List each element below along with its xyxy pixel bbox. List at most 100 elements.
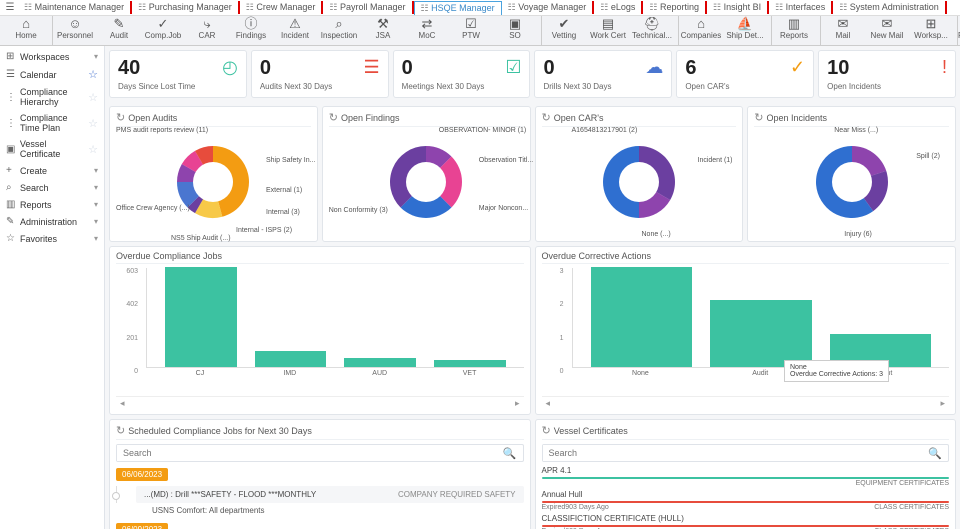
tab-system-administration[interactable]: ☷ System Administration — [833, 1, 947, 14]
toolbar: ⌂Home☺Personnel✎Audit✓Comp.Job⤷CARⓘFindi… — [0, 16, 960, 46]
donut-slice-label: OBSERVATION- MINOR (1) — [439, 127, 527, 134]
kpi-card[interactable]: 40Days Since Lost Time◴ — [109, 50, 247, 98]
chevron-down-icon: ▾ — [94, 217, 98, 226]
sidebar-icon: ⋮ — [6, 92, 16, 103]
tab-maintenance-manager[interactable]: ☷ Maintenance Manager — [18, 1, 132, 14]
bar[interactable] — [591, 267, 693, 367]
sidebar-item-compliance-hierarchy[interactable]: ⋮Compliance Hierarchy☆ — [0, 84, 104, 110]
donut-slice-label: A1654813217901 (2) — [572, 127, 638, 134]
kpi-icon: ☁ — [645, 57, 663, 78]
bar[interactable] — [434, 360, 506, 367]
bar[interactable] — [710, 300, 812, 367]
new-mail-button[interactable]: ✉New Mail — [865, 16, 909, 46]
mail-button[interactable]: ✉Mail — [821, 16, 865, 46]
donut-slice-label: NS5 Ship Audit (...) — [171, 235, 231, 242]
reload-icon[interactable]: ↻ — [116, 111, 125, 124]
favorite-star-icon[interactable]: ☆ — [88, 68, 98, 81]
certificate-item[interactable]: CLASSIFICTION CERTIFICATE (HULL)Expired6… — [542, 514, 950, 529]
search-icon[interactable]: 🔍 — [922, 447, 948, 460]
toolbar-icon: ▥ — [772, 17, 816, 31]
vetting-button[interactable]: ✔Vetting — [542, 16, 586, 46]
favorite-star-icon[interactable]: ☆ — [88, 91, 98, 104]
sidebar-item-vessel-certificate[interactable]: ▣Vessel Certificate☆ — [0, 136, 104, 162]
reload-icon[interactable]: ↻ — [116, 424, 125, 437]
hamburger-icon[interactable]: ☰ — [2, 2, 18, 13]
donut-card: ↻Open CAR'sA1654813217901 (2)Incident (1… — [535, 106, 744, 242]
tab-crew-manager[interactable]: ☷ Crew Manager — [240, 1, 324, 14]
tab-interfaces[interactable]: ☷ Interfaces — [769, 1, 833, 14]
sidebar: ⊞Workspaces▾☰Calendar☆⋮Compliance Hierar… — [0, 46, 105, 529]
work-cert-button[interactable]: ▤Work Cert — [586, 16, 630, 46]
donut-slice-label: Near Miss (...) — [834, 127, 878, 134]
inspection-button[interactable]: ⌕Inspection — [317, 16, 361, 46]
kpi-card[interactable]: 6Open CAR's✓ — [676, 50, 814, 98]
jsa-button[interactable]: ⚒JSA — [361, 16, 405, 46]
tab-purchasing-manager[interactable]: ☷ Purchasing Manager — [132, 1, 240, 14]
favorite-star-icon[interactable]: ☆ — [88, 143, 98, 156]
search-input[interactable] — [117, 445, 497, 461]
tab-payroll-manager[interactable]: ☷ Payroll Manager — [323, 1, 413, 14]
bar[interactable] — [344, 358, 416, 367]
reload-icon[interactable]: ↻ — [542, 111, 551, 124]
reload-icon[interactable]: ↻ — [754, 111, 763, 124]
bar[interactable] — [255, 351, 327, 367]
bar[interactable] — [165, 267, 237, 367]
findings-button[interactable]: ⓘFindings — [229, 16, 273, 46]
overdue-corrective-panel: Overdue Corrective Actions 0123NoneAudit… — [535, 246, 957, 415]
search-icon[interactable]: 🔍 — [497, 447, 523, 460]
ptw-button[interactable]: ☑PTW — [449, 16, 493, 46]
toolbar-icon: ⛑ — [630, 17, 674, 31]
overdue-compliance-panel: Overdue Compliance Jobs 0201402603CJIMDA… — [109, 246, 531, 415]
panel-title: Open Audits — [128, 113, 177, 123]
donut-slice-label: Observation Titl... — [479, 157, 533, 164]
sidebar-item-administration[interactable]: ✎Administration▾ — [0, 213, 104, 230]
sidebar-item-reports[interactable]: ▥Reports▾ — [0, 196, 104, 213]
certificate-item[interactable]: Annual HullExpired903 Days AgoCLASS CERT… — [542, 490, 950, 511]
companies-button[interactable]: ⌂Companies — [679, 16, 723, 46]
tab-hsqe-manager[interactable]: ☷ HSQE Manager — [414, 1, 502, 15]
tab-voyage-manager[interactable]: ☷ Voyage Manager — [502, 1, 595, 14]
reload-icon[interactable]: ↻ — [542, 424, 551, 437]
favorite-star-icon[interactable]: ☆ — [88, 117, 98, 130]
sidebar-item-create[interactable]: +Create▾ — [0, 162, 104, 179]
audit-button[interactable]: ✎Audit — [97, 16, 141, 46]
moc-button[interactable]: ⇄MoC — [405, 16, 449, 46]
tab-insight-bi[interactable]: ☷ Insight BI — [707, 1, 769, 14]
certificate-item[interactable]: APR 4.1EQUIPMENT CERTIFICATES — [542, 466, 950, 487]
donut-slice-label: Ship Safety In... — [266, 157, 315, 164]
technical--button[interactable]: ⛑Technical... — [630, 16, 674, 46]
reports-button[interactable]: ▥Reports — [772, 16, 816, 46]
kpi-card[interactable]: 0Meetings Next 30 Days☑ — [393, 50, 531, 98]
sidebar-item-compliance-time-plan[interactable]: ⋮Compliance Time Plan☆ — [0, 110, 104, 136]
donut-card: ↻Open AuditsPMS audit reports review (11… — [109, 106, 318, 242]
panel-title: Vessel Certificates — [554, 426, 628, 436]
panel-title: Open Incidents — [766, 113, 827, 123]
sidebar-item-search[interactable]: ⌕Search▾ — [0, 179, 104, 196]
sidebar-item-favorites[interactable]: ☆Favorites▾ — [0, 230, 104, 247]
toolbar-icon: ✓ — [141, 17, 185, 31]
donut-slice-label: Major Noncon... — [479, 205, 528, 212]
personnel-button[interactable]: ☺Personnel — [53, 16, 97, 46]
tab-elogs[interactable]: ☷ eLogs — [594, 1, 643, 14]
kpi-card[interactable]: 0Drills Next 30 Days☁ — [534, 50, 672, 98]
scheduled-job-item[interactable]: ...(MD) : Drill ***SAFETY - FLOOD ***MON… — [136, 486, 524, 503]
car-button[interactable]: ⤷CAR — [185, 16, 229, 46]
reload-icon[interactable]: ↻ — [329, 111, 338, 124]
home-button[interactable]: ⌂Home — [4, 16, 48, 46]
kpi-icon: ◴ — [222, 57, 238, 78]
chart-tooltip: NoneOverdue Corrective Actions: 3 — [784, 360, 889, 382]
panel-title: Scheduled Compliance Jobs for Next 30 Da… — [128, 426, 312, 436]
so-button[interactable]: ▣SO — [493, 16, 537, 46]
kpi-card[interactable]: 0Audits Next 30 Days☰ — [251, 50, 389, 98]
chevron-down-icon: ▾ — [94, 166, 98, 175]
tab-reporting[interactable]: ☷ Reporting — [643, 1, 707, 14]
sidebar-item-calendar[interactable]: ☰Calendar☆ — [0, 65, 104, 84]
kpi-card[interactable]: 10Open Incidents! — [818, 50, 956, 98]
sidebar-icon: ☆ — [6, 233, 16, 244]
ship-det--button[interactable]: ⛵Ship Det... — [723, 16, 767, 46]
sidebar-item-workspaces[interactable]: ⊞Workspaces▾ — [0, 48, 104, 65]
comp-job-button[interactable]: ✓Comp.Job — [141, 16, 185, 46]
worksp--button[interactable]: ⊞Worksp... — [909, 16, 953, 46]
incident-button[interactable]: ⚠Incident — [273, 16, 317, 46]
search-input[interactable] — [543, 445, 923, 461]
